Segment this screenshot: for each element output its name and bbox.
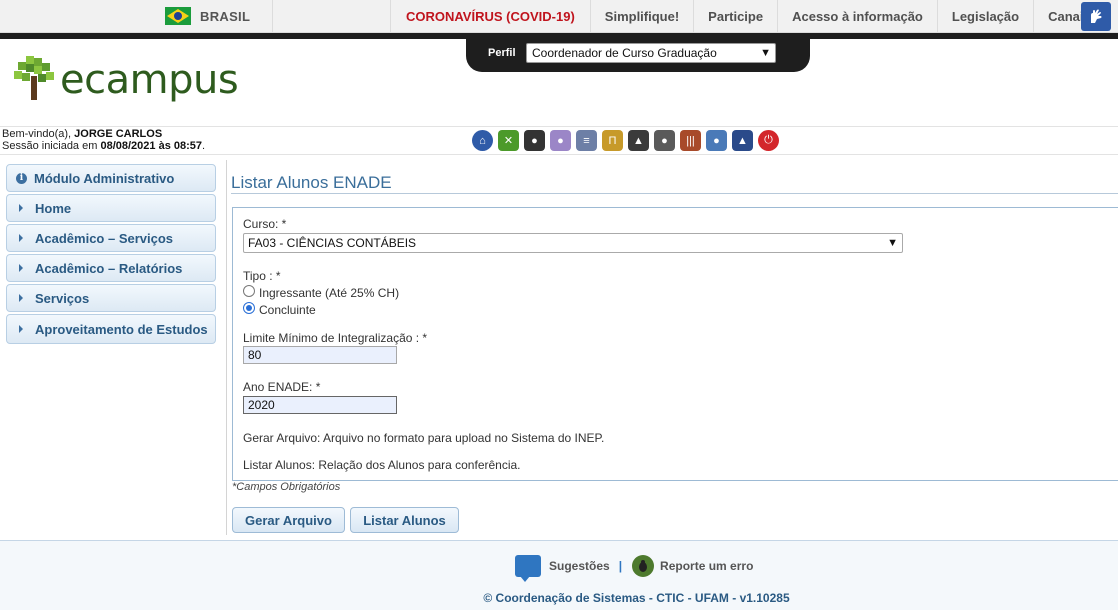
tipo-label: Tipo : *: [243, 269, 281, 283]
sidebar-item-aproveitamento[interactable]: Aproveitamento de Estudos: [6, 314, 216, 344]
hand-sign-icon: [1091, 9, 1102, 23]
sidebar-item-label: Home: [35, 200, 72, 216]
document-icon[interactable]: ≡: [576, 130, 597, 151]
arrow-right-icon: [19, 264, 23, 272]
arrow-right-icon: [19, 294, 23, 302]
person-icon[interactable]: ●: [550, 130, 571, 151]
limite-label: Limite Mínimo de Integralização : *: [243, 331, 428, 345]
gov-link-legislacao[interactable]: Legislação: [936, 0, 1033, 33]
arrow-right-icon: [19, 234, 23, 242]
reporte-erro-link[interactable]: Reporte um erro: [660, 559, 753, 573]
curso-label: Curso: *: [243, 217, 287, 231]
footer-links: Sugestões | Reporte um erro: [515, 555, 753, 582]
limite-input[interactable]: 80: [243, 346, 397, 364]
greeting-prefix: Bem-vindo(a),: [2, 128, 72, 140]
sidebar-item-label: Acadêmico – Serviços: [35, 230, 174, 246]
session-suffix: .: [202, 140, 206, 152]
sidebar-item-label: Aproveitamento de Estudos: [35, 321, 208, 337]
people-icon[interactable]: ●: [706, 130, 727, 151]
chat-icon[interactable]: [515, 555, 541, 582]
graduate-icon[interactable]: ▲: [628, 130, 649, 151]
ecampus-tree-logo-icon[interactable]: [12, 54, 60, 102]
help-gerar-text: Gerar Arquivo: Arquivo no formato para u…: [243, 431, 605, 445]
sugestoes-link[interactable]: Sugestões: [549, 559, 610, 573]
page-title: Listar Alunos ENADE: [231, 173, 392, 192]
ecampus-logo-text[interactable]: ecampus: [60, 57, 239, 103]
accessibility-button[interactable]: [1081, 2, 1111, 31]
listar-alunos-button[interactable]: Listar Alunos: [350, 507, 459, 533]
gov-top-bar: BRASIL CORONAVÍRUS (COVID-19) Simplifiqu…: [0, 0, 1118, 33]
ano-label: Ano ENADE: *: [243, 380, 321, 394]
teacher-icon[interactable]: ●: [654, 130, 675, 151]
sidebar-item-label: Módulo Administrativo: [34, 170, 175, 186]
session-time: 08:57: [173, 140, 203, 152]
user-icon[interactable]: ●: [524, 130, 545, 151]
brazil-flag-icon: [165, 7, 191, 25]
info-icon: i: [16, 172, 27, 184]
sidebar-item-servicos[interactable]: Serviços: [6, 284, 216, 312]
session-info: Sessão iniciada em 08/08/2021 às 08:57.: [2, 140, 205, 152]
gov-link-acesso[interactable]: Acesso à informação: [777, 0, 937, 33]
session-mid: às: [158, 140, 171, 152]
building-icon[interactable]: Π: [602, 130, 623, 151]
copyright-text: © Coordenação de Sistemas - CTIC - UFAM …: [483, 591, 790, 605]
sidebar-item-modulo-administrativo[interactable]: i Módulo Administrativo: [6, 164, 216, 192]
gov-link-covid[interactable]: CORONAVÍRUS (COVID-19): [390, 0, 590, 33]
perfil-select[interactable]: Coordenador de Curso Graduação ▼: [526, 43, 776, 63]
ano-input[interactable]: 2020: [243, 396, 397, 414]
tipo-option-ingressante[interactable]: Ingressante (Até 25% CH): [259, 286, 399, 300]
bug-icon[interactable]: [632, 555, 655, 577]
perfil-label: Perfil: [488, 47, 516, 59]
sidebar-item-home[interactable]: Home: [6, 194, 216, 222]
curso-selected-value: FA03 - CIÊNCIAS CONTÁBEIS: [248, 236, 417, 250]
sidebar: i Módulo Administrativo Home Acadêmico –…: [6, 164, 216, 346]
title-underline: [231, 193, 1118, 194]
gov-links: CORONAVÍRUS (COVID-19) Simplifique! Part…: [390, 0, 1105, 33]
help-listar-text: Listar Alunos: Relação dos Alunos para c…: [243, 458, 521, 472]
country-label: BRASIL: [200, 9, 251, 24]
gov-link-simplifique[interactable]: Simplifique!: [589, 0, 693, 33]
user-name: JORGE CARLOS: [74, 128, 163, 140]
bug-shape-icon: [639, 560, 648, 572]
chevron-down-icon: ▼: [760, 47, 771, 59]
module-toolbar: ⌂ ✕ ● ● ≡ Π ▲ ● ||| ● ▲ ⏻: [472, 130, 779, 151]
gov-brasil-link[interactable]: BRASIL: [0, 0, 273, 33]
home-icon[interactable]: ⌂: [472, 130, 493, 151]
content-divider: [226, 160, 227, 535]
perfil-selected-value: Coordenador de Curso Graduação: [532, 46, 717, 60]
tools-icon[interactable]: ✕: [498, 130, 519, 151]
tipo-option-concluinte[interactable]: Concluinte: [259, 303, 316, 317]
arrow-right-icon: [19, 325, 23, 333]
tipo-radio-ingressante[interactable]: [243, 285, 255, 297]
curso-select[interactable]: FA03 - CIÊNCIAS CONTÁBEIS ▼: [243, 233, 903, 253]
chevron-down-icon: ▼: [887, 237, 898, 249]
footer-separator: |: [618, 559, 623, 573]
sidebar-item-academico-relatorios[interactable]: Acadêmico – Relatórios: [6, 254, 216, 282]
sidebar-item-label: Acadêmico – Relatórios: [35, 260, 183, 276]
welcome-greeting: Bem-vindo(a), JORGE CARLOS: [2, 128, 162, 140]
power-icon[interactable]: ⏻: [758, 130, 779, 151]
session-prefix: Sessão iniciada em: [2, 140, 98, 152]
books-icon[interactable]: |||: [680, 130, 701, 151]
sidebar-item-label: Serviços: [35, 290, 90, 306]
required-fields-note: *Campos Obrigatórios: [232, 481, 341, 493]
sidebar-item-academico-servicos[interactable]: Acadêmico – Serviços: [6, 224, 216, 252]
arrow-right-icon: [19, 204, 23, 212]
diploma-icon[interactable]: ▲: [732, 130, 753, 151]
tipo-radio-concluinte[interactable]: [243, 302, 255, 314]
gov-link-participe[interactable]: Participe: [693, 0, 777, 33]
session-date: 08/08/2021: [100, 140, 156, 152]
gerar-arquivo-button[interactable]: Gerar Arquivo: [232, 507, 345, 533]
